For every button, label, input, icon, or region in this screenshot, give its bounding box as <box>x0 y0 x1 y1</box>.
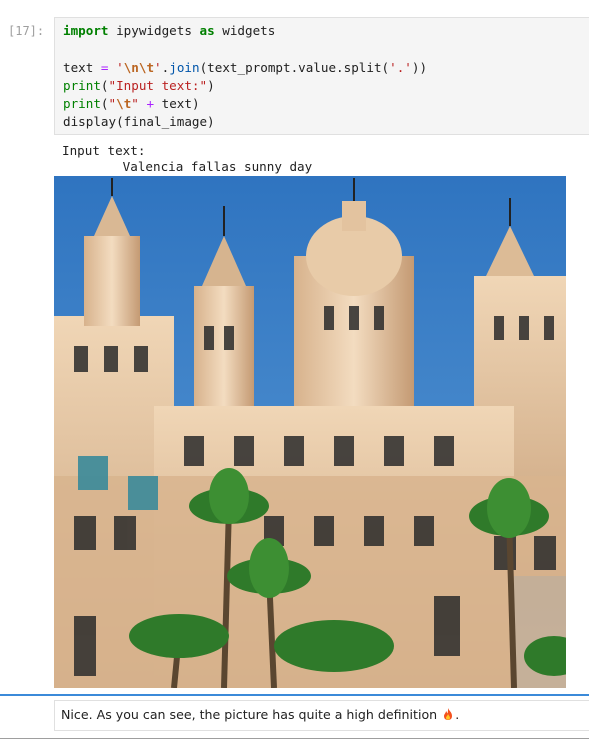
generated-image <box>54 176 566 688</box>
code-line-3: text = '\n\t'.join(text_prompt.value.spl… <box>63 59 427 77</box>
code-text: widgets <box>214 23 276 38</box>
code-line-4: print("Input text:") <box>63 77 215 95</box>
code-line-5: print("\t" + text) <box>63 95 200 113</box>
execution-count-prompt: [17]: <box>8 24 45 38</box>
code-text: text <box>63 60 101 75</box>
string-literal: '.' <box>389 60 412 75</box>
markdown-cell[interactable]: Nice. As you can see, the picture has qu… <box>54 700 589 731</box>
markdown-sentence: Nice. As you can see, the picture has qu… <box>61 707 438 722</box>
output-line-1: Input text: <box>62 143 146 158</box>
builtin-print: print <box>63 96 101 111</box>
operator: = <box>100 60 109 75</box>
baroque-building-image <box>54 176 566 688</box>
operator: + <box>138 96 162 111</box>
markdown-period: . <box>455 707 460 722</box>
divider <box>0 738 589 739</box>
string-literal: "Input text:" <box>108 78 208 93</box>
escape-sequence: \t <box>116 96 132 111</box>
string-literal: ' <box>154 60 162 75</box>
code-text: ( <box>100 78 109 93</box>
markdown-text: Nice. As you can see, the picture has qu… <box>61 707 459 722</box>
keyword-import: import <box>63 23 109 38</box>
code-text: (text_prompt.value.split( <box>199 60 390 75</box>
string-literal: ' <box>116 60 124 75</box>
string-literal: " <box>131 96 139 111</box>
builtin-print: print <box>63 78 101 93</box>
code-text: ( <box>100 96 109 111</box>
code-cell-editor[interactable]: import ipywidgets as widgets text = '\n\… <box>54 17 589 135</box>
code-text: display(final_image) <box>63 114 215 129</box>
code-line-1: import ipywidgets as widgets <box>63 22 275 40</box>
method-name: join <box>169 60 200 75</box>
active-cell-indicator <box>0 694 589 696</box>
code-text: ) <box>207 78 215 93</box>
code-text: text) <box>161 96 200 111</box>
code-text: ipywidgets <box>108 23 200 38</box>
fire-icon <box>444 708 453 720</box>
keyword-as: as <box>199 23 215 38</box>
string-literal: " <box>108 96 117 111</box>
escape-sequence: \n\t <box>123 60 155 75</box>
output-line-2: Valencia fallas sunny day <box>62 159 313 174</box>
code-text: )) <box>411 60 428 75</box>
code-line-6: display(final_image) <box>63 113 215 131</box>
